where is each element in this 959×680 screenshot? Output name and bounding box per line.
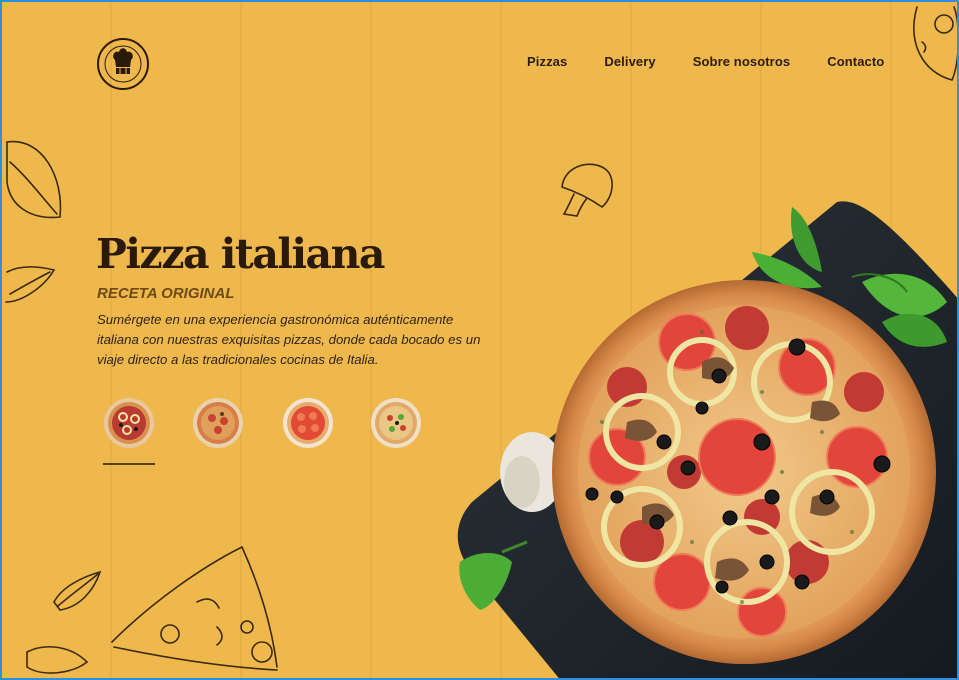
chef-hat-icon bbox=[97, 38, 149, 90]
main-nav: Pizzas Delivery Sobre nosotros Contacto bbox=[527, 54, 884, 69]
brand-logo[interactable] bbox=[96, 37, 150, 91]
hero-title: Pizza italiana bbox=[96, 230, 385, 278]
nav-item-sobre-nosotros[interactable]: Sobre nosotros bbox=[693, 54, 790, 69]
landing-page: Pizzas Delivery Sobre nosotros Contacto … bbox=[0, 0, 959, 680]
pizza-thumbnail-4[interactable] bbox=[370, 397, 422, 449]
nav-item-delivery[interactable]: Delivery bbox=[604, 54, 655, 69]
selected-thumbnail-indicator bbox=[103, 463, 155, 465]
nav-item-pizzas[interactable]: Pizzas bbox=[527, 54, 567, 69]
pizza-thumbnail-3[interactable] bbox=[282, 397, 334, 449]
pizza-thumbnail-1[interactable] bbox=[103, 397, 155, 449]
pizza-thumbnail-2[interactable] bbox=[192, 397, 244, 449]
hero-description: Sumérgete en una experiencia gastronómic… bbox=[97, 312, 481, 367]
hero-subtitle: RECETA ORIGINAL bbox=[97, 285, 235, 302]
nav-item-contacto[interactable]: Contacto bbox=[827, 54, 884, 69]
